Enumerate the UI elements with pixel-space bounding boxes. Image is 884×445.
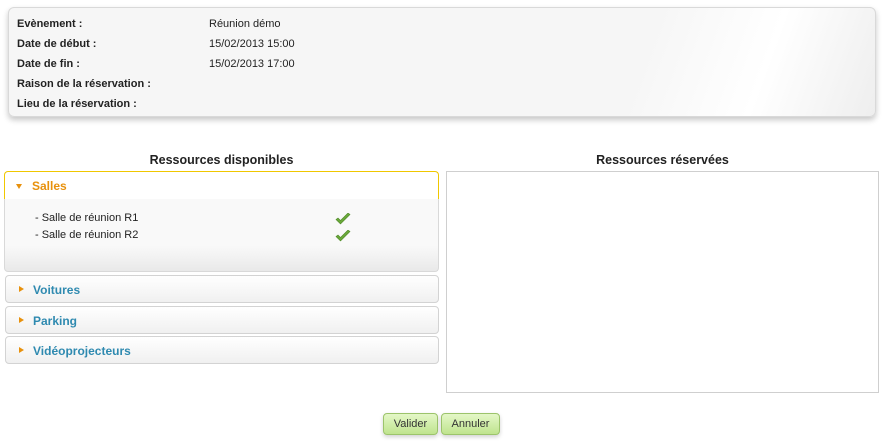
accordion-title-videoprojecteurs: Vidéoprojecteurs bbox=[33, 344, 131, 358]
accordion-title-parking: Parking bbox=[33, 314, 78, 328]
accordion-header-voitures[interactable]: Voitures bbox=[5, 275, 439, 303]
reserved-resources-title: Ressources réservées bbox=[596, 153, 729, 167]
triangle-right-icon bbox=[19, 317, 24, 323]
checkmark-icon[interactable] bbox=[335, 230, 351, 242]
checkmark-icon[interactable] bbox=[335, 213, 351, 225]
available-resources-title: Ressources disponibles bbox=[149, 153, 294, 167]
reserved-resources-list[interactable] bbox=[446, 171, 879, 393]
accordion-header-parking[interactable]: Parking bbox=[5, 306, 439, 334]
location-label: Lieu de la réservation : bbox=[17, 98, 137, 110]
accordion-title-voitures: Voitures bbox=[33, 283, 81, 297]
triangle-right-icon bbox=[19, 286, 24, 292]
cancel-button[interactable]: Annuler bbox=[441, 413, 500, 435]
accordion-header-videoprojecteurs[interactable]: Vidéoprojecteurs bbox=[5, 336, 439, 364]
event-info-panel: Evènement : Réunion démo Date de début :… bbox=[8, 7, 876, 117]
accordion-title-salles: Salles bbox=[32, 179, 67, 193]
event-label: Evènement : bbox=[17, 18, 83, 30]
triangle-right-icon bbox=[19, 347, 24, 353]
reason-label: Raison de la réservation : bbox=[17, 78, 151, 90]
event-value: Réunion démo bbox=[209, 18, 281, 30]
accordion-panel-salles: - Salle de réunion R1 - Salle de réunion… bbox=[4, 199, 439, 272]
triangle-down-icon bbox=[16, 184, 22, 189]
accordion-header-salles[interactable]: Salles bbox=[4, 171, 439, 199]
start-date-label: Date de début : bbox=[17, 38, 97, 50]
resource-item[interactable]: - Salle de réunion R1 bbox=[35, 211, 138, 225]
end-date-value: 15/02/2013 17:00 bbox=[209, 58, 295, 70]
end-date-label: Date de fin : bbox=[17, 58, 80, 70]
resource-item[interactable]: - Salle de réunion R2 bbox=[35, 228, 138, 242]
validate-button[interactable]: Valider bbox=[383, 413, 438, 435]
start-date-value: 15/02/2013 15:00 bbox=[209, 38, 295, 50]
